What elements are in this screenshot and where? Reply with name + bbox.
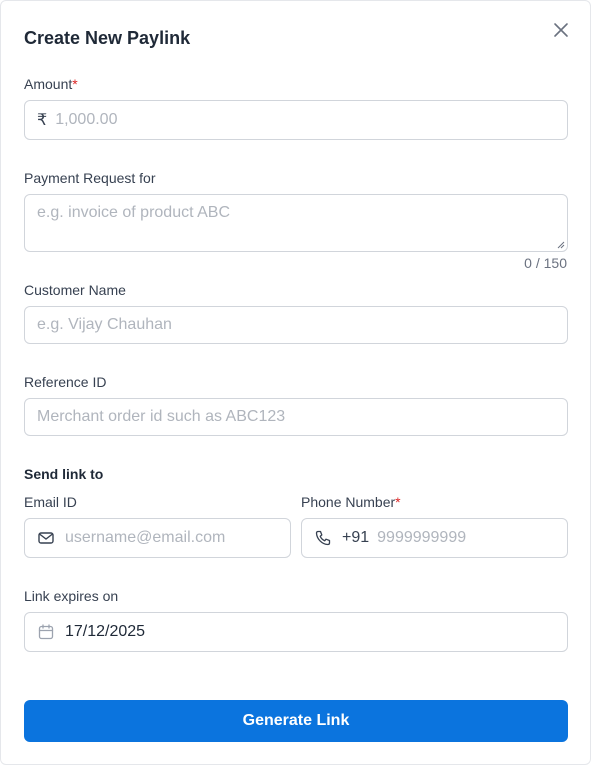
amount-field[interactable]: ₹ [24,100,568,140]
reference-id-input[interactable] [37,408,555,426]
calendar-icon [37,623,55,641]
phone-input[interactable] [377,529,585,547]
mail-icon [37,529,55,547]
payment-request-label: Payment Request for [24,170,156,186]
currency-symbol: ₹ [37,112,48,129]
character-counter: 0 / 150 [524,255,567,271]
email-input[interactable] [65,529,278,547]
close-icon [554,23,568,37]
phone-label: Phone Number* [301,494,401,510]
email-field[interactable] [24,518,291,558]
required-mark: * [72,76,78,92]
amount-input[interactable] [55,111,555,129]
generate-link-button[interactable]: Generate Link [24,700,568,742]
payment-request-field[interactable] [24,194,568,252]
phone-label-text: Phone Number [301,494,396,510]
expiry-date-field[interactable]: 17/12/2025 [24,612,568,652]
send-link-heading: Send link to [24,466,104,482]
phone-field[interactable]: +91 [301,518,585,558]
reference-id-label: Reference ID [24,374,107,390]
customer-name-field[interactable] [24,306,568,344]
expiry-label: Link expires on [24,588,119,604]
expiry-date-value: 17/12/2025 [65,623,146,640]
required-mark: * [395,494,401,510]
reference-id-field[interactable] [24,398,568,436]
phone-icon [314,529,332,547]
create-paylink-modal: Create New Paylink Amount* ₹ Payment Req… [0,0,591,765]
amount-label: Amount* [24,76,78,92]
resize-handle-icon[interactable] [557,241,565,249]
customer-name-label: Customer Name [24,282,126,298]
close-button[interactable] [552,21,570,39]
amount-label-text: Amount [24,76,73,92]
country-code: +91 [342,529,370,546]
payment-request-textarea[interactable] [37,203,555,243]
email-label: Email ID [24,494,77,510]
modal-title: Create New Paylink [24,28,191,48]
customer-name-input[interactable] [37,316,555,334]
